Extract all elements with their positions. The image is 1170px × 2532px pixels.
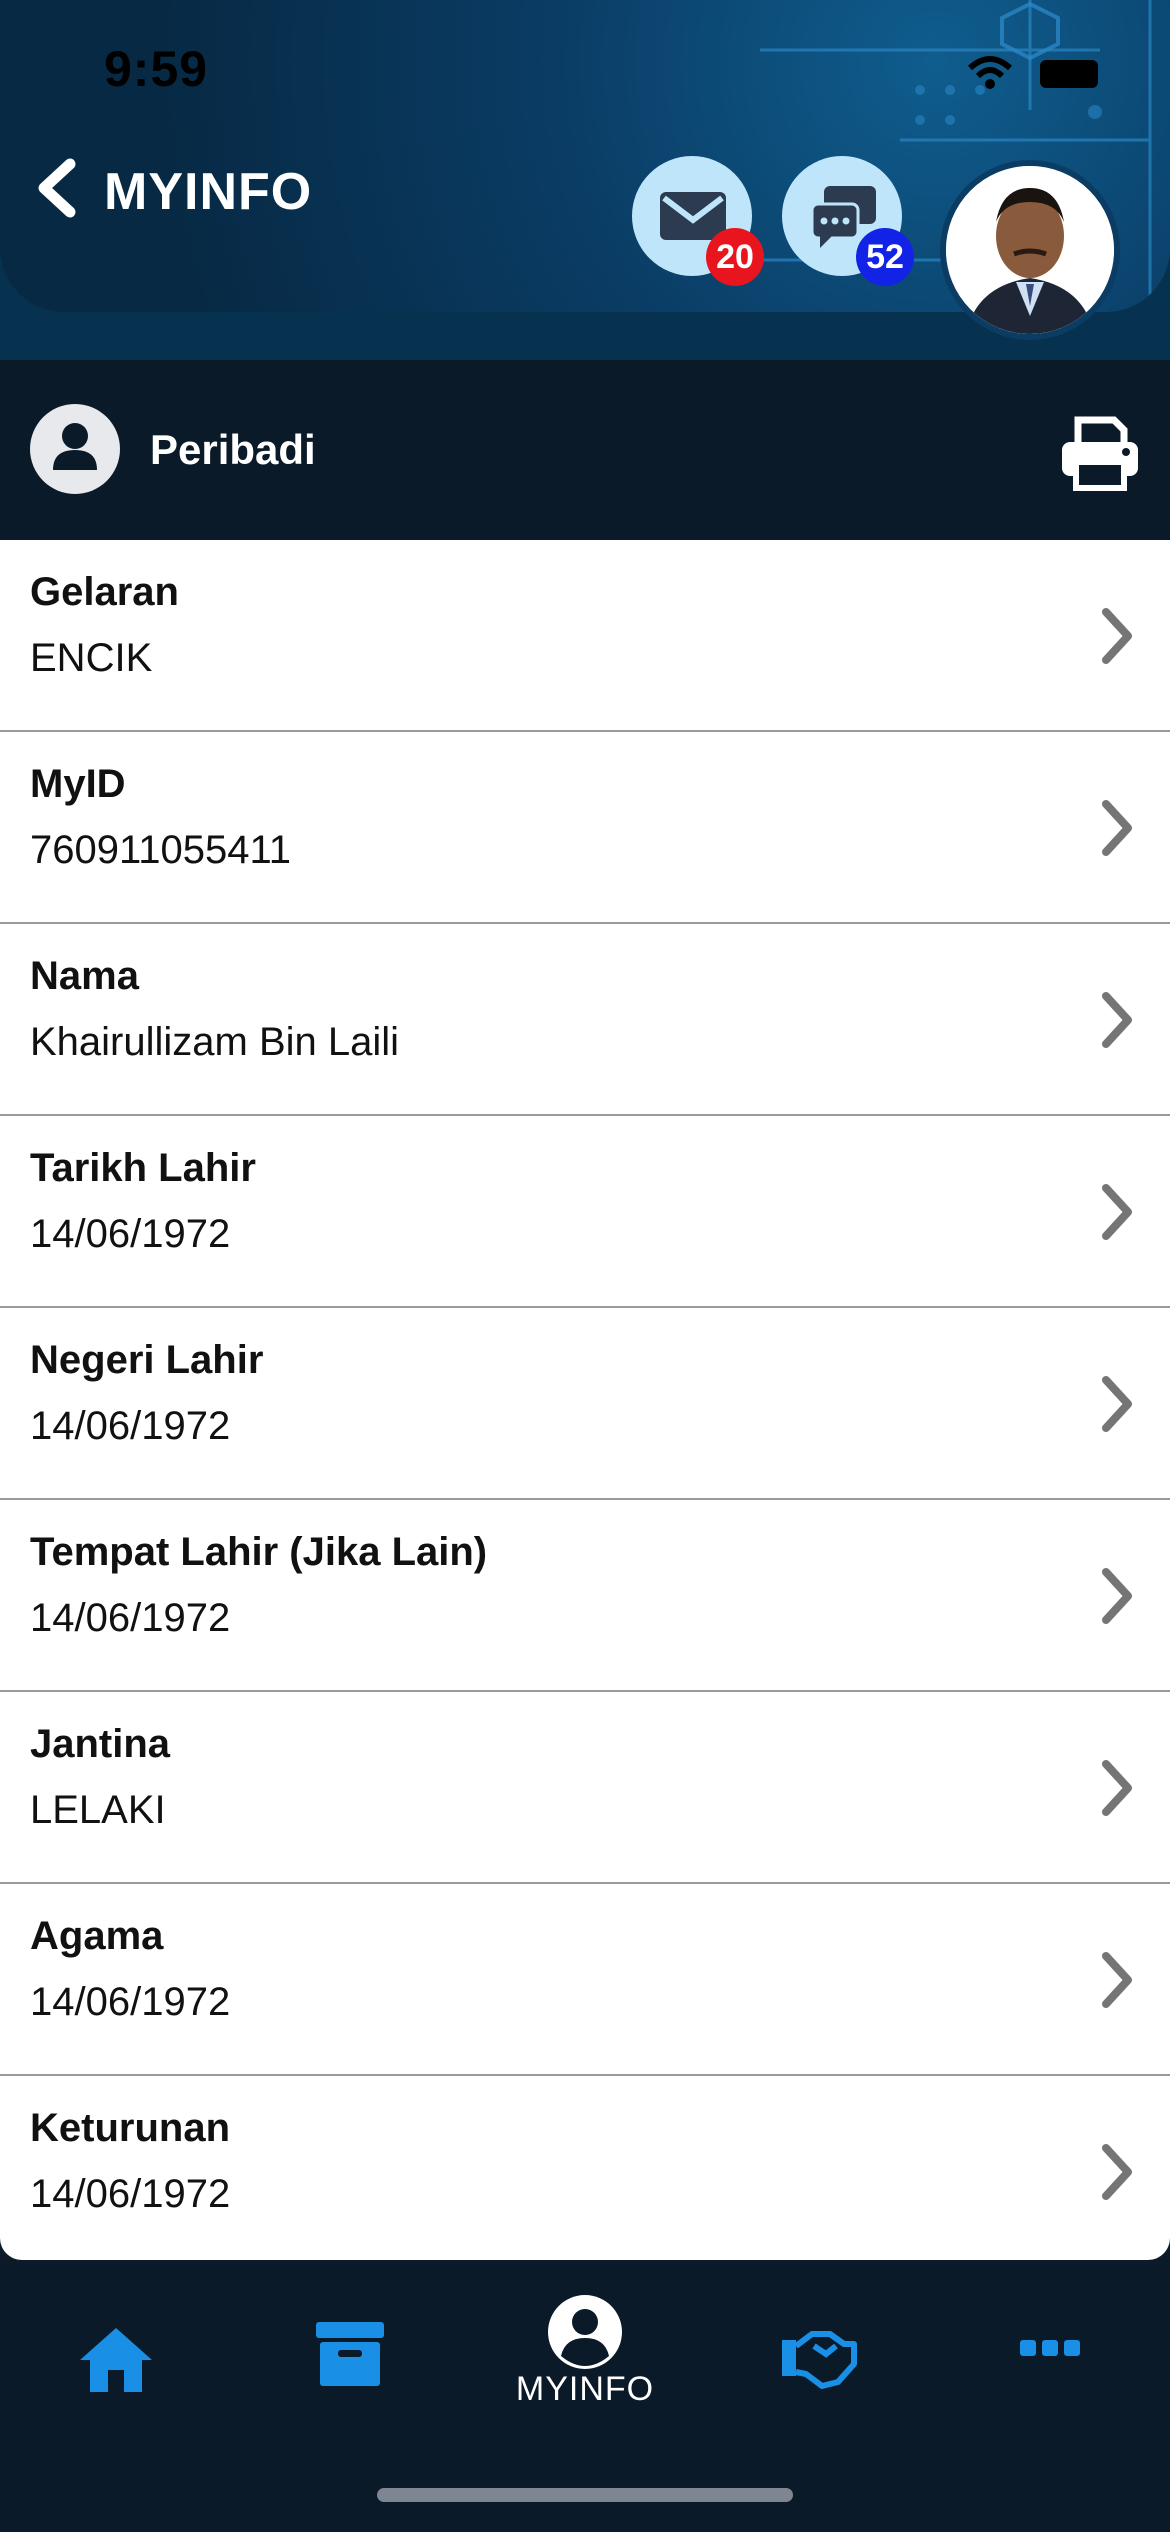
list-item[interactable]: Jantina LELAKI xyxy=(0,1692,1170,1884)
chevron-right-icon xyxy=(1102,2144,1132,2200)
handshake-icon xyxy=(782,2331,857,2389)
field-label: Nama xyxy=(30,954,139,998)
chevron-right-icon xyxy=(1102,992,1132,1048)
chat-count-badge: 52 xyxy=(856,228,914,286)
field-value: Khairullizam Bin Laili xyxy=(30,1020,400,1064)
person-icon xyxy=(30,404,120,494)
list-item[interactable]: MyID 760911055411 xyxy=(0,732,1170,924)
chevron-right-icon xyxy=(1102,1184,1132,1240)
chevron-right-icon xyxy=(1102,1568,1132,1624)
wifi-icon xyxy=(968,56,1013,89)
profile-photo xyxy=(946,166,1114,334)
mail-button[interactable]: 20 xyxy=(632,156,764,286)
status-icons xyxy=(968,56,1098,89)
chevron-right-icon xyxy=(1102,1952,1132,2008)
field-value: 760911055411 xyxy=(30,828,292,872)
list-item[interactable]: Tempat Lahir (Jika Lain) 14/06/1972 xyxy=(0,1500,1170,1692)
chevron-right-icon xyxy=(1102,1376,1132,1432)
home-icon xyxy=(80,2328,152,2392)
more-dots-icon xyxy=(1020,2340,1080,2356)
section-label: Peribadi xyxy=(150,426,316,473)
list-item[interactable]: Agama 14/06/1972 xyxy=(0,1884,1170,2076)
chevron-right-icon xyxy=(1102,1760,1132,1816)
field-label: Agama xyxy=(30,1914,164,1958)
field-label: Negeri Lahir xyxy=(30,1338,264,1382)
archive-box-icon xyxy=(316,2322,384,2386)
tab-handshake[interactable] xyxy=(760,2304,880,2414)
battery-icon xyxy=(1040,60,1098,88)
field-label: Jantina xyxy=(30,1722,171,1766)
printer-icon[interactable] xyxy=(1058,412,1142,492)
list-item[interactable]: Tarikh Lahir 14/06/1972 xyxy=(0,1116,1170,1308)
field-value: 14/06/1972 xyxy=(30,2172,231,2216)
field-value: 14/06/1972 xyxy=(30,1404,231,1448)
field-value: LELAKI xyxy=(30,1788,166,1832)
field-label: Tarikh Lahir xyxy=(30,1146,256,1190)
user-circle-icon xyxy=(548,2295,622,2369)
field-value: 14/06/1972 xyxy=(30,1212,231,1256)
field-label: MyID xyxy=(30,762,126,806)
field-value: 14/06/1972 xyxy=(30,1596,231,1640)
home-indicator[interactable] xyxy=(377,2488,793,2502)
info-list: Gelaran ENCIK MyID 760911055411 Nama Kha… xyxy=(0,540,1170,2260)
tab-myinfo-label[interactable]: MYINFO xyxy=(514,2370,656,2409)
list-item[interactable]: Nama Khairullizam Bin Laili xyxy=(0,924,1170,1116)
field-label: Tempat Lahir (Jika Lain) xyxy=(30,1530,488,1574)
chat-button[interactable]: 52 xyxy=(782,156,914,286)
tab-more[interactable] xyxy=(992,2304,1112,2414)
back-chevron-icon[interactable] xyxy=(30,158,90,218)
tab-home[interactable] xyxy=(58,2304,178,2414)
list-item[interactable]: Negeri Lahir 14/06/1972 xyxy=(0,1308,1170,1500)
section-header: Peribadi xyxy=(0,360,1170,540)
list-item[interactable]: Gelaran ENCIK xyxy=(0,540,1170,732)
field-label: Gelaran xyxy=(30,570,179,614)
field-value: 14/06/1972 xyxy=(30,1980,231,2024)
field-value: ENCIK xyxy=(30,636,153,680)
tab-archive[interactable] xyxy=(294,2304,414,2414)
chevron-right-icon xyxy=(1102,608,1132,664)
page-title: MYINFO xyxy=(104,163,313,221)
list-item[interactable]: Keturunan 14/06/1972 xyxy=(0,2076,1170,2260)
status-time: 9:59 xyxy=(104,41,209,97)
profile-avatar[interactable] xyxy=(940,160,1120,340)
chevron-right-icon xyxy=(1102,800,1132,856)
mail-count-badge: 20 xyxy=(706,228,764,286)
field-label: Keturunan xyxy=(30,2106,230,2150)
app-header: 9:59 MYINFO 20 52 xyxy=(0,0,1170,360)
